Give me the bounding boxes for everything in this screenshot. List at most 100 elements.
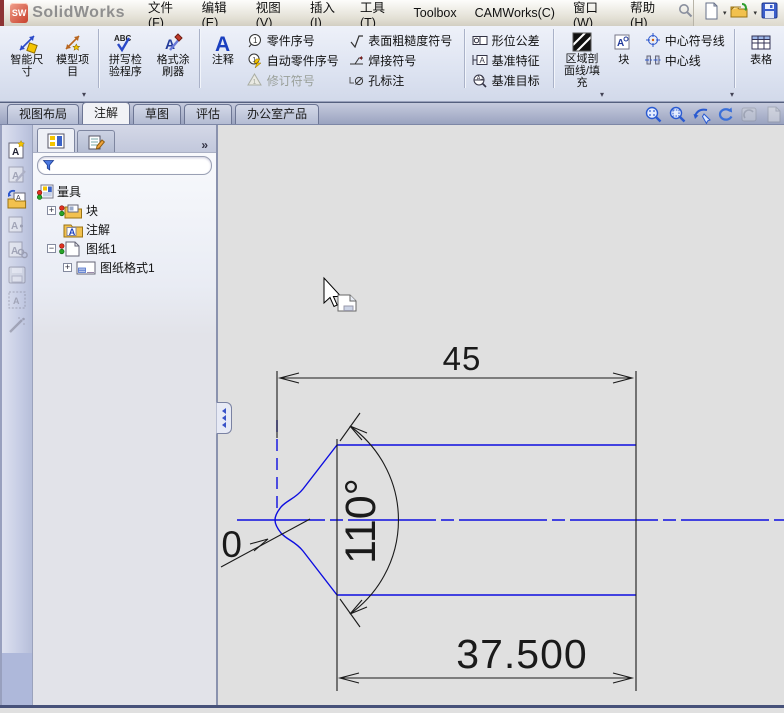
block-dropdown-icon[interactable]: ▾ bbox=[600, 90, 604, 99]
center-mark-icon bbox=[645, 33, 661, 48]
tree-annotations-row[interactable]: A 注解 bbox=[37, 220, 216, 239]
menu-camworks[interactable]: CAMWorks(C) bbox=[466, 3, 564, 23]
zoom-to-fit-icon[interactable] bbox=[643, 105, 664, 124]
sheet-format-icon bbox=[76, 261, 96, 274]
balloon-icon: 1 bbox=[247, 33, 263, 48]
folder-arrow-icon[interactable]: A bbox=[5, 187, 29, 212]
feature-tree: 量具 + 块 A 注解 − 图纸1 + 图纸格式1 bbox=[33, 178, 216, 277]
block-button[interactable]: A 块 bbox=[607, 27, 641, 90]
note-button[interactable]: A 注释 bbox=[203, 27, 243, 90]
tree-sheet-format-row[interactable]: + 图纸格式1 bbox=[37, 258, 216, 277]
rebuild-icon[interactable] bbox=[715, 105, 736, 124]
block-icon: A bbox=[614, 30, 634, 55]
expand-icon[interactable]: + bbox=[63, 263, 72, 272]
wand-icon[interactable] bbox=[5, 312, 29, 337]
part-geometry[interactable] bbox=[237, 420, 784, 596]
drawing-canvas[interactable]: 45 37.500 110° 0 bbox=[220, 125, 784, 708]
tab-view-layout[interactable]: 视图布局 bbox=[7, 104, 80, 124]
sheet-properties-icon[interactable] bbox=[763, 105, 784, 124]
smart-dimension-button[interactable]: 智能尺 寸 bbox=[4, 27, 50, 90]
collapse-icon[interactable]: − bbox=[47, 244, 56, 253]
auto-balloon-icon: 1 bbox=[247, 53, 263, 68]
save-icon[interactable] bbox=[761, 2, 778, 24]
datum-feature-button[interactable]: A 基准特征 bbox=[468, 50, 552, 70]
spell-checker-button[interactable]: ABC 拼写检 验程序 bbox=[102, 27, 150, 90]
area-hatch-button[interactable]: 区域剖 面线/填 充 bbox=[557, 27, 607, 90]
mouse-cursor bbox=[323, 276, 357, 312]
panel-collapse-handle[interactable] bbox=[216, 402, 232, 434]
format-painter-icon: A bbox=[162, 30, 184, 55]
svg-text:A: A bbox=[617, 38, 624, 49]
model-items-icon bbox=[62, 30, 84, 55]
format-painter-button[interactable]: A 格式涂 刷器 bbox=[149, 27, 197, 90]
search-icon[interactable] bbox=[678, 3, 693, 23]
revision-symbol-button[interactable]: 1 修订符号 bbox=[243, 70, 344, 90]
svg-text:A: A bbox=[479, 56, 485, 65]
smart-dimension-dropdown-icon[interactable]: ▾ bbox=[82, 90, 86, 99]
previous-view-icon[interactable] bbox=[691, 105, 712, 124]
tab-annotation[interactable]: 注解 bbox=[82, 102, 131, 124]
surface-finish-icon bbox=[348, 33, 364, 48]
svg-text:1: 1 bbox=[253, 36, 258, 45]
weld-symbol-icon bbox=[348, 53, 364, 68]
auto-balloon-button[interactable]: 1 自动零件序号 bbox=[243, 50, 344, 70]
new-document-icon[interactable] bbox=[704, 2, 719, 25]
tree-filter-box[interactable] bbox=[37, 156, 212, 175]
centerline-button[interactable]: 中心线 bbox=[641, 50, 733, 70]
tables-dropdown-icon[interactable]: ▾ bbox=[730, 90, 734, 99]
revision-symbol-icon: 1 bbox=[247, 73, 263, 88]
hole-callout-icon bbox=[348, 73, 364, 88]
dim-partial-text[interactable]: 0 bbox=[221, 524, 242, 565]
svg-text:A: A bbox=[12, 147, 19, 158]
note-star-icon[interactable]: A bbox=[5, 137, 29, 162]
tree-root-row[interactable]: 量具 bbox=[37, 182, 216, 201]
center-mark-button[interactable]: 中心符号线 bbox=[641, 30, 733, 50]
dim-angle-text[interactable]: 110° bbox=[337, 478, 385, 564]
spell-checker-icon: ABC bbox=[112, 30, 138, 55]
svg-text:1: 1 bbox=[253, 79, 257, 86]
panel-overflow-chevron[interactable]: » bbox=[201, 138, 216, 152]
geometric-tolerance-button[interactable]: 形位公差 bbox=[468, 30, 552, 50]
property-manager-tab[interactable] bbox=[77, 130, 115, 152]
balloon-button[interactable]: 1 零件序号 bbox=[243, 30, 344, 50]
tab-sketch[interactable]: 草图 bbox=[133, 104, 182, 124]
open-document-icon[interactable] bbox=[730, 2, 749, 24]
zoom-to-area-icon[interactable] bbox=[667, 105, 688, 124]
blocks-folder-icon bbox=[59, 204, 82, 218]
svg-text:A: A bbox=[215, 33, 230, 55]
datum-target-button[interactable]: A1 基准目标 bbox=[468, 70, 552, 90]
note-link-icon[interactable]: A bbox=[5, 237, 29, 262]
hole-callout-button[interactable]: 孔标注 bbox=[344, 70, 461, 90]
heads-up-view-toolbar bbox=[643, 105, 784, 124]
feature-manager-tab[interactable] bbox=[37, 128, 75, 152]
smart-dimension-icon bbox=[16, 30, 38, 55]
section-view-icon[interactable] bbox=[739, 105, 760, 124]
new-document-dropdown-icon[interactable]: ▾ bbox=[721, 9, 729, 17]
drawing-document-icon bbox=[37, 184, 54, 200]
tree-block-folder-row[interactable]: + 块 bbox=[37, 201, 216, 220]
annotation-side-toolbar: A A A A A A bbox=[0, 125, 33, 708]
tables-button[interactable]: 表格 bbox=[738, 27, 784, 90]
tab-evaluate[interactable]: 评估 bbox=[184, 104, 233, 124]
dim-tip-text[interactable]: 37.500 bbox=[456, 631, 587, 677]
title-bar: SW SolidWorks 文件(F) 编辑(E) 视图(V) 插入(I) 工具… bbox=[0, 0, 784, 30]
note-plus-icon[interactable]: A bbox=[5, 212, 29, 237]
property-manager-icon bbox=[88, 135, 105, 150]
dim-length-text[interactable]: 45 bbox=[443, 340, 482, 377]
model-items-button[interactable]: 模型项 目 bbox=[50, 27, 96, 90]
stamp-pattern-icon[interactable]: A bbox=[5, 287, 29, 312]
tree-sheet-row[interactable]: − 图纸1 bbox=[37, 239, 216, 258]
weld-symbol-button[interactable]: 焊接符号 bbox=[344, 50, 461, 70]
save-disk-icon[interactable] bbox=[5, 262, 29, 287]
sheet-icon bbox=[59, 241, 80, 256]
note-pencil-icon[interactable]: A bbox=[5, 162, 29, 187]
expand-icon[interactable]: + bbox=[47, 206, 56, 215]
svg-text:A1: A1 bbox=[477, 75, 484, 81]
open-document-dropdown-icon[interactable]: ▾ bbox=[751, 9, 759, 17]
datum-target-icon: A1 bbox=[472, 73, 488, 88]
surface-finish-button[interactable]: 表面粗糙度符号 bbox=[344, 30, 461, 50]
tab-office-products[interactable]: 办公室产品 bbox=[235, 104, 320, 124]
solidworks-logo-icon: SW bbox=[10, 3, 29, 23]
dimension-texts: 45 37.500 110° 0 bbox=[221, 340, 587, 677]
menu-toolbox[interactable]: Toolbox bbox=[405, 3, 466, 23]
